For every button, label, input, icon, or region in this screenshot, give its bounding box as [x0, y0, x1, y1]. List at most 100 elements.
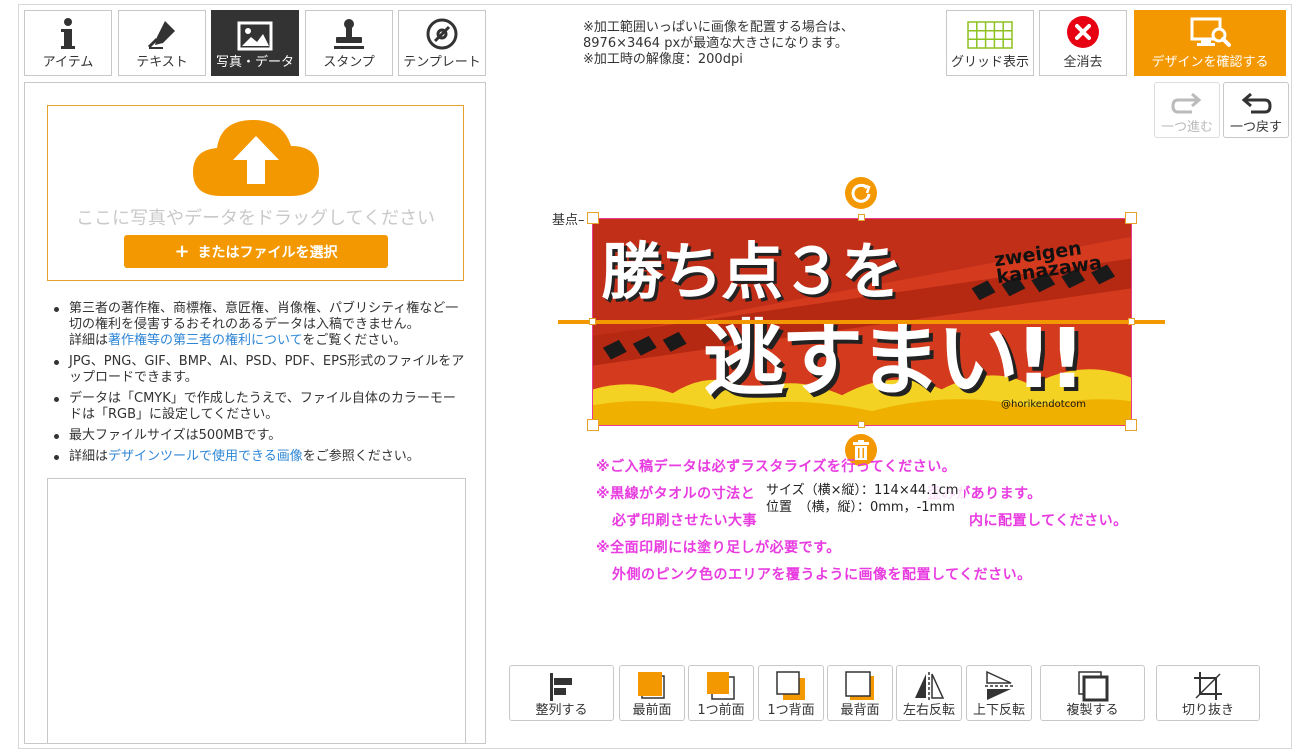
rotate-icon: [851, 183, 871, 203]
note-text: JPG、PNG、GIF、BMP、AI、PSD、PDF、EPS形式のファイルをアッ…: [69, 354, 465, 385]
tab-stamp[interactable]: スタンプ: [305, 10, 393, 76]
design-tool-app: アイテム テキスト 写真・データ スタンプ テンプレート ※加工範囲いっぱいに画…: [0, 0, 1298, 753]
info-line: ※加工時の解像度：200dpi: [583, 52, 743, 67]
resize-handle-top[interactable]: [858, 214, 865, 221]
stamp-icon: [334, 19, 364, 49]
align-button[interactable]: 整列する: [509, 665, 614, 721]
preview-monitor-icon: [1190, 17, 1231, 47]
tab-label: 写真・データ: [215, 55, 294, 70]
send-back-icon: [845, 671, 874, 700]
resize-handle-top-right[interactable]: [1125, 212, 1137, 224]
crop-icon: [1194, 672, 1222, 700]
clear-all-label: 全消去: [1063, 55, 1103, 70]
flip-vertical-icon: [985, 670, 1013, 700]
bring-forward-icon: [707, 672, 735, 700]
note-text: 詳細は: [69, 449, 109, 464]
upload-notes: 第三者の著作権、商標権、意匠権、肖像権、パブリシティ権など一切の権利を侵害するお…: [51, 301, 466, 470]
bring-front-icon: [638, 672, 665, 699]
tool-label: 切り抜き: [1181, 703, 1234, 718]
tab-label: テキスト: [136, 55, 188, 70]
list-item: 第三者の著作権、商標権、意匠権、肖像権、パブリシティ権など一切の権利を侵害するお…: [51, 301, 466, 349]
tab-text[interactable]: テキスト: [118, 10, 206, 76]
resize-handle-bottom[interactable]: [858, 421, 865, 428]
tool-label: 左右反転: [902, 703, 955, 718]
send-to-back-button[interactable]: 最背面: [827, 665, 893, 721]
plus-icon: +: [174, 241, 190, 262]
confirm-design-button[interactable]: デザインを確認する: [1134, 10, 1286, 76]
confirm-design-label: デザインを確認する: [1151, 55, 1269, 70]
tab-template[interactable]: テンプレート: [398, 10, 486, 76]
rotate-handle[interactable]: [845, 177, 877, 209]
resize-handle-bottom-right[interactable]: [1125, 419, 1137, 431]
bring-forward-button[interactable]: 1つ前面: [688, 665, 754, 721]
send-backward-icon: [776, 671, 805, 700]
info-icon: [61, 18, 75, 49]
note-text: データは「CMYK」で作成したうえで、ファイル自体のカラーモードは「RGB」に設…: [69, 391, 456, 422]
tool-label: 最前面: [632, 703, 672, 718]
template-icon: [426, 18, 458, 50]
uploaded-images-list[interactable]: [47, 478, 466, 744]
banner-credit: @horikendotcom: [1001, 399, 1087, 410]
tool-label: 上下反転: [972, 703, 1025, 718]
dropzone-text: ここに写真やデータをドラッグしてください: [76, 208, 435, 229]
banner-headline-1: 勝ち点３を: [601, 235, 903, 308]
grid-toggle-button[interactable]: グリッド表示: [946, 10, 1034, 76]
tab-item[interactable]: アイテム: [24, 10, 112, 76]
base-point-text: 基点: [552, 213, 579, 228]
flip-vertical-button[interactable]: 上下反転: [966, 665, 1032, 721]
resize-handle-bottom-left[interactable]: [587, 419, 599, 431]
tool-label: 1つ前面: [697, 703, 745, 718]
info-line: ※加工範囲いっぱいに画像を配置する場合は、: [583, 20, 854, 35]
position-text: 位置 （横，縦）：0mm，-1mm: [766, 500, 955, 515]
grid-icon: [967, 21, 1013, 49]
banner-headline-2: 逃すまい!!: [703, 312, 1086, 407]
photo-data-panel: ここに写真やデータをドラッグしてください + またはファイルを選択 第三者の著作…: [24, 82, 486, 744]
align-icon: [549, 673, 572, 701]
list-item: 最大ファイルサイズは500MBです。: [51, 428, 466, 444]
notice-text: 内に配置してください。: [969, 513, 1128, 529]
flip-horizontal-icon: [915, 672, 945, 700]
pen-icon: [147, 21, 175, 49]
tab-label: アイテム: [42, 55, 94, 70]
tool-label: 最背面: [840, 703, 880, 718]
duplicate-icon: [1077, 671, 1108, 702]
cloud-upload-icon: [193, 120, 319, 196]
third-party-rights-link[interactable]: 著作権等の第三者の権利について: [108, 333, 302, 348]
resize-handle-right[interactable]: [1128, 318, 1135, 325]
note-text: 最大ファイルサイズは500MBです。: [69, 428, 282, 443]
notice-rasterize: ※ご入稿データは必ずラスタライズを行ってください。: [596, 459, 957, 475]
notice-text: 必ず印刷させたい大事: [612, 513, 757, 529]
upload-dropzone[interactable]: ここに写真やデータをドラッグしてください + またはファイルを選択: [47, 105, 464, 281]
usable-images-link[interactable]: デザインツールで使用できる画像: [108, 449, 303, 464]
select-file-button[interactable]: + またはファイルを選択: [124, 235, 388, 268]
note-text: 第三者の著作権、商標権、意匠権、肖像権、パブリシティ権など一切の権利を侵害するお…: [69, 301, 459, 332]
resize-handle-top-left[interactable]: [587, 212, 599, 224]
close-circle-icon: [1067, 16, 1099, 48]
processing-info: ※加工範囲いっぱいに画像を配置する場合は、 8976×3464 pxが最適な大き…: [583, 20, 854, 68]
note-text: 詳細は: [69, 333, 109, 348]
note-text: をご覧ください。: [302, 333, 407, 348]
tab-label: スタンプ: [323, 55, 375, 70]
tab-photo-data[interactable]: 写真・データ: [211, 10, 299, 76]
list-item: 詳細はデザインツールで使用できる画像をご参照ください。: [51, 449, 466, 465]
list-item: JPG、PNG、GIF、BMP、AI、PSD、PDF、EPS形式のファイルをアッ…: [51, 354, 466, 386]
center-guide-line: [558, 320, 1165, 324]
notice-bleed: ※全面印刷には塗り足しが必要です。: [596, 540, 841, 556]
grid-toggle-label: グリッド表示: [950, 55, 1029, 70]
notice-cover-pink: 外側のピンク色のエリアを覆うように画像を配置してください。: [612, 567, 1032, 583]
duplicate-button[interactable]: 複製する: [1040, 665, 1145, 721]
note-text: をご参照ください。: [302, 449, 420, 464]
image-icon: [237, 21, 273, 51]
bring-to-front-button[interactable]: 最前面: [619, 665, 685, 721]
base-point-label: 基点–: [552, 213, 585, 228]
tab-label: テンプレート: [403, 55, 481, 70]
notice-text: ※黒線がタオルの寸法と: [596, 486, 756, 502]
size-text: サイズ（横×縦）：114×44.1cm: [766, 483, 959, 498]
send-backward-button[interactable]: 1つ背面: [758, 665, 824, 721]
flip-horizontal-button[interactable]: 左右反転: [896, 665, 962, 721]
tool-label: 整列する: [535, 703, 588, 718]
resize-handle-left[interactable]: [589, 318, 596, 325]
crop-button[interactable]: 切り抜き: [1156, 665, 1260, 721]
clear-all-button[interactable]: 全消去: [1039, 10, 1127, 76]
tool-label: 1つ背面: [767, 703, 815, 718]
